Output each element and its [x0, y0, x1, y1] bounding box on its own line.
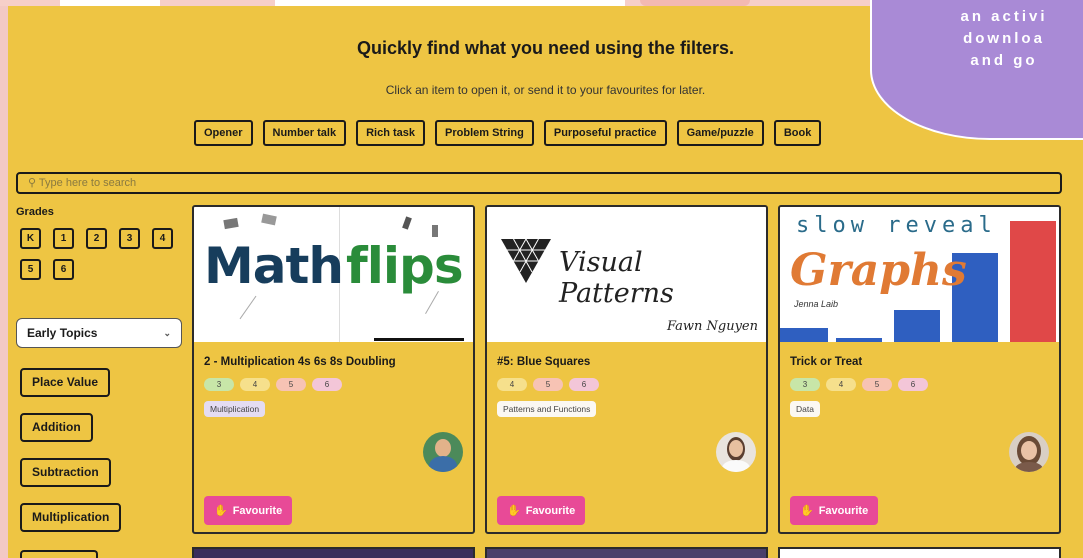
- grade-filter-3[interactable]: 3: [119, 228, 140, 249]
- filter-chip-book[interactable]: Book: [773, 120, 822, 146]
- chevron-down-icon: ⌄: [163, 327, 171, 338]
- grade-pill: 5: [276, 378, 306, 391]
- favourite-label: Favourite: [232, 504, 283, 517]
- grade-pill: 3: [204, 378, 234, 391]
- search-placeholder: Type here to search: [38, 177, 137, 189]
- card-thumbnail: slow reveal Graphs Jenna Laib: [780, 207, 1059, 342]
- filter-chip-problem-string[interactable]: Problem String: [435, 120, 534, 146]
- grade-pill: 6: [898, 378, 928, 391]
- triangle-pattern-icon: [501, 239, 551, 283]
- favourite-button[interactable]: ✋ Favourite: [204, 496, 293, 525]
- card-tag: Patterns and Functions: [497, 401, 597, 417]
- card-tag: Multiplication: [204, 401, 266, 417]
- grade-filter-5[interactable]: 5: [20, 259, 41, 280]
- favourite-button[interactable]: ✋ Favourite: [790, 496, 879, 525]
- favourite-icon: ✋: [214, 505, 228, 517]
- topic-filter-multiplication[interactable]: Multiplication: [20, 503, 122, 532]
- filter-chip-purposeful-practice[interactable]: Purposeful practice: [543, 120, 667, 146]
- callout-text: an activi downloa and go: [925, 6, 1083, 72]
- card-title[interactable]: #5: Blue Squares: [497, 356, 590, 368]
- grade-filters: K 1 2 3 4 5 6: [20, 228, 180, 280]
- favourite-icon: ✋: [507, 505, 521, 517]
- grade-pill: 4: [826, 378, 856, 391]
- card-grades: 3 4 5 6: [204, 378, 342, 391]
- filter-chips: Opener Number talk Rich task Problem Str…: [194, 120, 822, 146]
- thumb-logo-flips: flips: [346, 237, 464, 295]
- callout-line: an activi: [960, 8, 1048, 25]
- topic-filter-subtraction[interactable]: Subtraction: [20, 458, 111, 487]
- activity-card-partial[interactable]: [778, 547, 1061, 558]
- card-title[interactable]: Trick or Treat: [790, 356, 862, 368]
- grade-pill: 6: [569, 378, 599, 391]
- activity-card-partial[interactable]: [485, 547, 768, 558]
- card-thumbnail: Visual Patterns Fawn Nguyen: [487, 207, 766, 342]
- grade-filter-1[interactable]: 1: [53, 228, 74, 249]
- thumb-title: Visual Patterns: [559, 247, 674, 309]
- thumb-title: Graphs: [790, 245, 967, 296]
- thumb-logo-math: Math: [204, 237, 344, 295]
- topic-filter-place-value[interactable]: Place Value: [20, 368, 111, 397]
- filter-chip-opener[interactable]: Opener: [194, 120, 253, 146]
- activity-card[interactable]: Math flips 2 - Multiplication 4s 6s 8s D…: [192, 205, 475, 534]
- grade-filter-4[interactable]: 4: [152, 228, 173, 249]
- topic-filter-partial[interactable]: [20, 550, 98, 558]
- grade-filter-6[interactable]: 6: [53, 259, 74, 280]
- search-icon: ⚲: [28, 177, 37, 189]
- filter-chip-number-talk[interactable]: Number talk: [262, 120, 347, 146]
- filter-chip-rich-task[interactable]: Rich task: [356, 120, 426, 146]
- card-grades: 3 4 5 6: [790, 378, 928, 391]
- grade-pill: 4: [497, 378, 527, 391]
- grade-pill: 5: [862, 378, 892, 391]
- grade-pill: 5: [533, 378, 563, 391]
- favourite-label: Favourite: [818, 504, 869, 517]
- author-avatar: [423, 432, 463, 472]
- search-input[interactable]: ⚲ Type here to search: [16, 172, 1062, 194]
- grade-pill: 6: [312, 378, 342, 391]
- grades-label: Grades: [16, 206, 54, 218]
- author-avatar: [716, 432, 756, 472]
- grade-filter-2[interactable]: 2: [86, 228, 107, 249]
- thumb-signature: Fawn Nguyen: [667, 319, 758, 334]
- filter-chip-game-puzzle[interactable]: Game/puzzle: [676, 120, 764, 146]
- card-grades: 4 5 6: [497, 378, 599, 391]
- card-title[interactable]: 2 - Multiplication 4s 6s 8s Doubling: [204, 356, 396, 368]
- activity-card-partial[interactable]: [192, 547, 475, 558]
- topic-filters: Place Value Addition Subtraction Multipl…: [20, 368, 122, 532]
- grade-pill: 4: [240, 378, 270, 391]
- card-tag: Data: [790, 401, 820, 417]
- thumb-subtitle: slow reveal: [796, 213, 997, 238]
- activity-card[interactable]: slow reveal Graphs Jenna Laib Trick or T…: [778, 205, 1061, 534]
- thumb-author: Jenna Laib: [794, 299, 839, 309]
- card-thumbnail: Math flips: [194, 207, 473, 342]
- activity-card[interactable]: Visual Patterns Fawn Nguyen #5: Blue Squ…: [485, 205, 768, 534]
- author-avatar: [1009, 432, 1049, 472]
- favourite-button[interactable]: ✋ Favourite: [497, 496, 586, 525]
- callout-line: downloa: [963, 30, 1045, 47]
- topic-select[interactable]: Early Topics ⌄: [16, 318, 182, 348]
- favourite-label: Favourite: [525, 504, 576, 517]
- favourite-icon: ✋: [800, 505, 814, 517]
- topic-select-value: Early Topics: [27, 326, 98, 340]
- topic-filter-addition[interactable]: Addition: [20, 413, 93, 442]
- callout-line: and go: [970, 52, 1038, 69]
- grade-filter-k[interactable]: K: [20, 228, 41, 249]
- grade-pill: 3: [790, 378, 820, 391]
